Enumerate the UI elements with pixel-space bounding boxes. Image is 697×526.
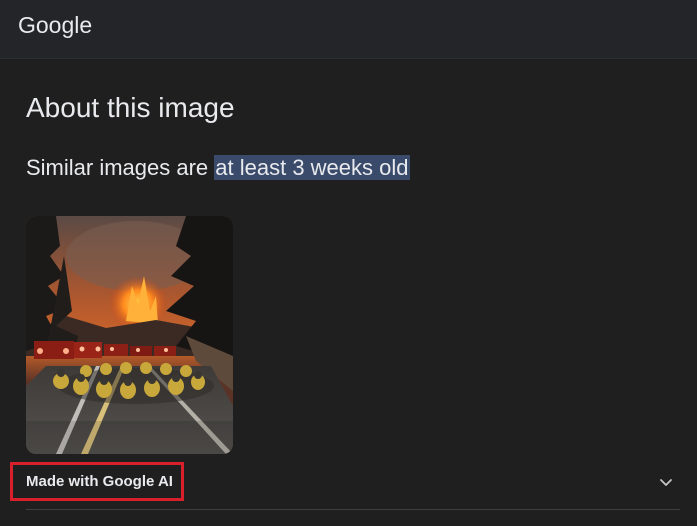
page-title: About this image	[26, 92, 235, 123]
thumbnail-graphic	[26, 216, 233, 454]
image-age-highlight: at least 3 weeks old	[214, 155, 410, 180]
top-bar: Google	[0, 0, 697, 59]
google-logo[interactable]: Google	[18, 12, 92, 39]
made-with-google-ai-row[interactable]: Made with Google AI	[0, 456, 697, 510]
section-divider	[26, 509, 680, 510]
about-this-image-panel: About this image Similar images are at l…	[0, 59, 697, 526]
image-thumbnail[interactable]	[26, 216, 233, 454]
made-with-google-ai-label: Made with Google AI	[26, 473, 173, 490]
image-age-prefix: Similar images are	[26, 155, 215, 180]
image-age-text: Similar images are at least 3 weeks old	[26, 155, 410, 181]
chevron-down-icon[interactable]	[657, 473, 675, 491]
